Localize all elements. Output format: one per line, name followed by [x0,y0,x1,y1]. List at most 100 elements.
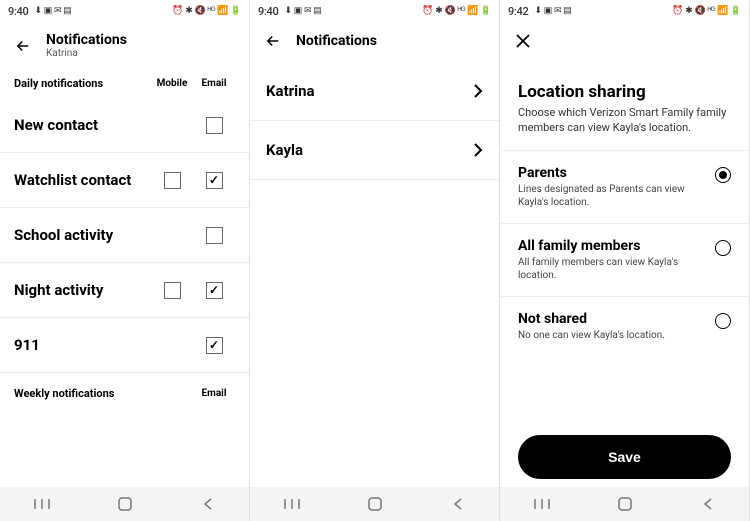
weekly-label: Weekly notifications [14,387,193,400]
notif-row-new-contact: New contact [0,98,249,153]
recents-button[interactable] [531,493,553,515]
alarm-icon: ⏰ [422,7,433,16]
option-title: Not shared [518,311,715,327]
download-icon: ⬇ [284,7,291,16]
checkbox-email[interactable] [206,227,223,244]
app-icon: ▣ [44,7,52,16]
page-title: Notifications [46,32,127,48]
signal-icon: ᴴᴳ [207,7,215,16]
signal-bars-icon: 📶 [467,7,478,16]
signal-icon: ᴴᴳ [457,7,465,16]
page-subtitle: Katrina [46,48,127,59]
back-button[interactable] [14,37,32,55]
notif-row-night: Night activity ✓ [0,263,249,318]
status-bar: 9:42 ⬇ ▣ ✉ ▤ ⏰ ✱ 🔇 ᴴᴳ 📶 🔋 [500,0,749,22]
notif-row-school: School activity [0,208,249,263]
battery-icon: 🔋 [230,7,241,16]
android-navbar [500,487,749,521]
home-button[interactable] [614,493,636,515]
screen-notifications-list: 9:40 ⬇ ▣ ✉ ▤ ⏰ ✱ 🔇 ᴴᴳ 📶 🔋 Notifications … [250,0,500,521]
col-email: Email [193,78,235,89]
mail-icon: ✉ [54,7,61,16]
notif-row-watchlist: Watchlist contact ✓ [0,153,249,208]
android-navbar [0,487,249,521]
mail-icon: ✉ [304,7,311,16]
back-button[interactable] [264,32,282,50]
checkbox-email[interactable]: ✓ [206,282,223,299]
home-button[interactable] [364,493,386,515]
checkbox-email[interactable]: ✓ [206,172,223,189]
recents-button[interactable] [281,493,303,515]
bluetooth-icon: ✱ [685,7,692,16]
row-label: 911 [14,336,151,354]
alarm-icon: ⏰ [672,7,683,16]
mute-icon: 🔇 [695,7,706,16]
radio-button[interactable] [715,240,731,256]
row-label: School activity [14,226,151,244]
battery-icon: 🔋 [480,7,491,16]
status-time: 9:40 [8,5,28,18]
section-title: Location sharing [500,62,749,106]
home-button[interactable] [114,493,136,515]
android-navbar [250,487,499,521]
chevron-right-icon [473,83,483,99]
alarm-icon: ⏰ [172,7,183,16]
checkbox-email[interactable] [206,117,223,134]
signal-bars-icon: 📶 [717,7,728,16]
download-icon: ⬇ [34,7,41,16]
option-all-family[interactable]: All family members All family members ca… [500,223,749,296]
chevron-right-icon [473,142,483,158]
mute-icon: 🔇 [195,7,206,16]
checkbox-email[interactable]: ✓ [206,337,223,354]
chat-icon: ▤ [563,7,571,16]
checkbox-mobile[interactable] [164,282,181,299]
checkmark-icon: ✓ [209,284,219,296]
person-row-kayla[interactable]: Kayla [250,121,499,180]
section-label: Daily notifications [14,77,151,90]
column-headers: Daily notifications Mobile Email [0,71,249,98]
back-nav-button[interactable] [197,493,219,515]
option-desc: Lines designated as Parents can view Kay… [518,183,715,209]
mail-icon: ✉ [554,7,561,16]
app-icon: ▣ [294,7,302,16]
option-not-shared[interactable]: Not shared No one can view Kayla's locat… [500,296,749,356]
row-label: New contact [14,116,151,134]
screen-notifications-detail: 9:40 ⬇ ▣ ✉ ▤ ⏰ ✱ 🔇 ᴴᴳ 📶 🔋 Notifications … [0,0,250,521]
close-button[interactable] [514,32,532,50]
page-title: Notifications [296,33,377,49]
download-icon: ⬇ [534,7,541,16]
save-button[interactable]: Save [518,435,731,479]
header [500,22,749,62]
person-row-katrina[interactable]: Katrina [250,62,499,121]
checkmark-icon: ✓ [209,339,219,351]
option-desc: All family members can view Kayla's loca… [518,256,715,282]
chat-icon: ▤ [313,7,321,16]
option-parents[interactable]: Parents Lines designated as Parents can … [500,150,749,223]
radio-button[interactable] [715,167,731,183]
person-name: Kayla [266,141,473,159]
option-title: Parents [518,165,715,181]
checkbox-mobile [164,227,181,244]
header: Notifications [250,22,499,62]
chat-icon: ▤ [63,7,71,16]
screen-location-sharing: 9:42 ⬇ ▣ ✉ ▤ ⏰ ✱ 🔇 ᴴᴳ 📶 🔋 Location shari… [500,0,750,521]
battery-icon: 🔋 [730,7,741,16]
row-label: Watchlist contact [14,171,151,189]
checkbox-mobile [164,337,181,354]
recents-button[interactable] [31,493,53,515]
bluetooth-icon: ✱ [185,7,192,16]
option-title: All family members [518,238,715,254]
radio-button[interactable] [715,313,731,329]
status-time: 9:42 [508,5,528,18]
person-name: Katrina [266,82,473,100]
app-icon: ▣ [544,7,552,16]
back-nav-button[interactable] [697,493,719,515]
back-nav-button[interactable] [447,493,469,515]
checkbox-mobile[interactable] [164,172,181,189]
weekly-col: Email [193,388,235,399]
bluetooth-icon: ✱ [435,7,442,16]
status-bar: 9:40 ⬇ ▣ ✉ ▤ ⏰ ✱ 🔇 ᴴᴳ 📶 🔋 [0,0,249,22]
signal-icon: ᴴᴳ [707,7,715,16]
status-time: 9:40 [258,5,278,18]
col-mobile: Mobile [151,78,193,89]
